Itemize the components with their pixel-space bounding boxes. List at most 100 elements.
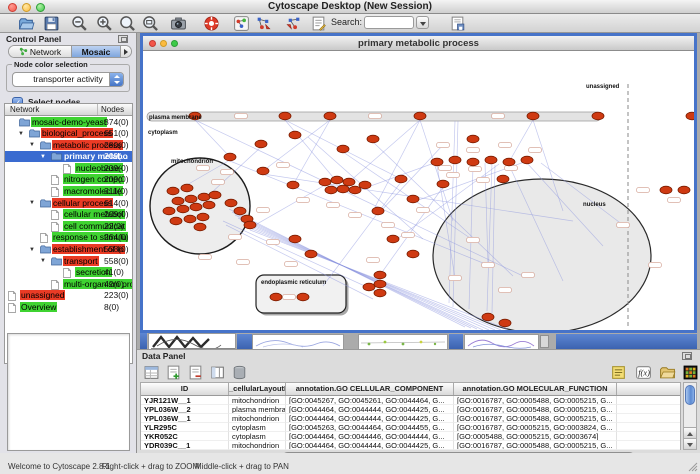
network-canvas[interactable]: plasma membranecytoplasmmitochondrionnuc… xyxy=(143,51,694,330)
help-icon[interactable] xyxy=(203,15,220,32)
table-cell[interactable]: [GO:0016787, GO:0005488, GO:0005215, G..… xyxy=(454,441,617,450)
tree-row[interactable]: ▼cellular process614(0) xyxy=(5,197,132,209)
network-node[interactable] xyxy=(467,135,479,143)
background-window-sliver[interactable] xyxy=(358,334,448,349)
birds-eye-view[interactable] xyxy=(7,333,130,451)
table-column-header[interactable]: _cellularLayoutRegion xyxy=(229,383,286,395)
network-graph[interactable]: plasma membranecytoplasmmitochondrionnuc… xyxy=(143,51,694,330)
network-node[interactable] xyxy=(363,283,375,291)
network-node[interactable] xyxy=(194,223,206,231)
tree-row[interactable]: nucleobase-209(0) xyxy=(5,162,132,174)
table-cell[interactable]: [GO:0044464, GO:0044446, GO:0044444, G..… xyxy=(286,432,454,441)
table-cell[interactable]: [GO:0044464, GO:0044444, GO:0044425, G..… xyxy=(286,414,454,423)
network-node[interactable] xyxy=(224,153,236,161)
network-node[interactable] xyxy=(449,156,461,164)
network-node[interactable] xyxy=(337,145,349,153)
function-builder-icon[interactable]: f(x) xyxy=(635,364,652,381)
table-cell[interactable]: [GO:0045267, GO:0045261, GO:0044464, G..… xyxy=(286,396,454,405)
table-cell[interactable]: mitochondrion xyxy=(229,396,286,405)
table-cell[interactable]: [GO:0044464, GO:0044444, GO:0044425, G..… xyxy=(286,405,454,414)
search-dropdown-icon[interactable] xyxy=(416,16,429,29)
delete-attribute-icon[interactable] xyxy=(187,364,204,381)
tab-network[interactable]: Network xyxy=(9,46,71,57)
network-node[interactable] xyxy=(372,207,384,215)
network-node[interactable] xyxy=(467,158,479,166)
background-window-sliver[interactable] xyxy=(252,334,344,349)
network-node[interactable] xyxy=(184,215,196,223)
network-node[interactable] xyxy=(374,271,386,279)
tree-expand-icon[interactable]: ▼ xyxy=(40,257,46,265)
scrollbar-thumb[interactable] xyxy=(685,385,695,405)
table-cell[interactable]: mitochondrion xyxy=(229,441,286,450)
table-column-header[interactable]: annotation.GO CELLULAR_COMPONENT xyxy=(286,383,454,395)
table-cell[interactable]: [GO:0045263, GO:0044464, GO:0044455, G..… xyxy=(286,423,454,432)
create-attribute-icon[interactable] xyxy=(165,364,182,381)
network-node[interactable] xyxy=(203,201,215,209)
network-node[interactable] xyxy=(437,180,449,188)
network-node[interactable] xyxy=(255,140,267,148)
zoom-fit-icon[interactable] xyxy=(142,15,159,32)
tree-row[interactable]: mosaic-demo-yeast874(0) xyxy=(5,116,132,128)
network-node[interactable] xyxy=(190,203,202,211)
search-input[interactable] xyxy=(364,16,414,29)
network-node[interactable] xyxy=(660,186,672,194)
table-cell[interactable]: [GO:0016787, GO:0005488, GO:0005215, G..… xyxy=(454,396,617,405)
zoom-selected-icon[interactable] xyxy=(119,15,136,32)
network-node[interactable] xyxy=(225,199,237,207)
network-node[interactable] xyxy=(431,158,443,166)
network-node[interactable] xyxy=(337,185,349,193)
table-cell[interactable]: [GO:0016787, GO:0005215, GO:0003824, G..… xyxy=(454,423,617,432)
network-node[interactable] xyxy=(324,112,336,120)
column-options-icon[interactable] xyxy=(209,364,226,381)
table-cell[interactable]: cytoplasm xyxy=(229,432,286,441)
network-node[interactable] xyxy=(185,195,197,203)
network-node[interactable] xyxy=(521,156,533,164)
network-node[interactable] xyxy=(407,195,419,203)
network-node[interactable] xyxy=(367,135,379,143)
network-node[interactable] xyxy=(485,156,497,164)
network-node[interactable] xyxy=(395,175,407,183)
network-node[interactable] xyxy=(374,280,386,288)
table-cell[interactable]: plasma membrane xyxy=(229,405,286,414)
background-window-border[interactable] xyxy=(556,334,697,349)
network-frame-icon[interactable] xyxy=(233,15,250,32)
table-cell[interactable]: [GO:0044464, GO:0044444, GO:0044425, G..… xyxy=(286,441,454,450)
background-window-corner[interactable] xyxy=(540,335,549,348)
network-node[interactable] xyxy=(244,221,256,229)
network-node[interactable] xyxy=(270,293,282,301)
import-network-icon[interactable] xyxy=(255,15,272,32)
tree-expand-icon[interactable]: ▼ xyxy=(29,141,35,149)
network-node[interactable] xyxy=(319,178,331,186)
table-row[interactable]: YPL036W__2plasma membrane[GO:0044464, GO… xyxy=(141,405,680,414)
tree-row[interactable]: cellular metabol209(0) xyxy=(5,209,132,221)
tree-row[interactable]: cell communicat22(0) xyxy=(5,220,132,232)
network-node[interactable] xyxy=(497,175,509,183)
tree-expand-icon[interactable]: ▼ xyxy=(29,199,35,207)
resize-grip[interactable] xyxy=(687,461,698,472)
network-node[interactable] xyxy=(359,181,371,189)
table-cell[interactable]: [GO:0005488, GO:0005215, GO:0003674] xyxy=(454,432,617,441)
table-cell[interactable]: YPL036W__2 xyxy=(141,405,229,414)
table-column-header[interactable]: ID xyxy=(141,383,229,395)
tree-expand-icon[interactable]: ▼ xyxy=(40,153,46,161)
tree-row[interactable]: ▼biological_process651(0) xyxy=(5,128,132,140)
tab-mosaic[interactable]: Mosaic xyxy=(71,46,121,57)
table-cell[interactable]: [GO:0016787, GO:0005488, GO:0005215, G..… xyxy=(454,414,617,423)
delete-row-icon[interactable] xyxy=(231,364,248,381)
tree-row[interactable]: nitrogen compo209(0) xyxy=(5,174,132,186)
network-node[interactable] xyxy=(387,235,399,243)
network-node[interactable] xyxy=(374,289,386,297)
select-attributes-icon[interactable] xyxy=(143,364,160,381)
tree-expand-icon[interactable]: ▼ xyxy=(18,130,24,138)
network-window-titlebar[interactable]: primary metabolic process xyxy=(143,36,694,51)
background-window-sliver[interactable] xyxy=(464,334,539,349)
network-node[interactable] xyxy=(289,235,301,243)
network-node[interactable] xyxy=(414,112,426,120)
tree-row[interactable]: unassigned223(0) xyxy=(5,290,132,302)
network-node[interactable] xyxy=(170,217,182,225)
tree-row[interactable]: ▼metabolic process280(0) xyxy=(5,139,132,151)
import-attributes-icon[interactable] xyxy=(659,364,676,381)
table-row[interactable]: YPL036W__1mitochondrion[GO:0044464, GO:0… xyxy=(141,414,680,423)
network-node[interactable] xyxy=(499,319,511,327)
network-node[interactable] xyxy=(297,293,309,301)
